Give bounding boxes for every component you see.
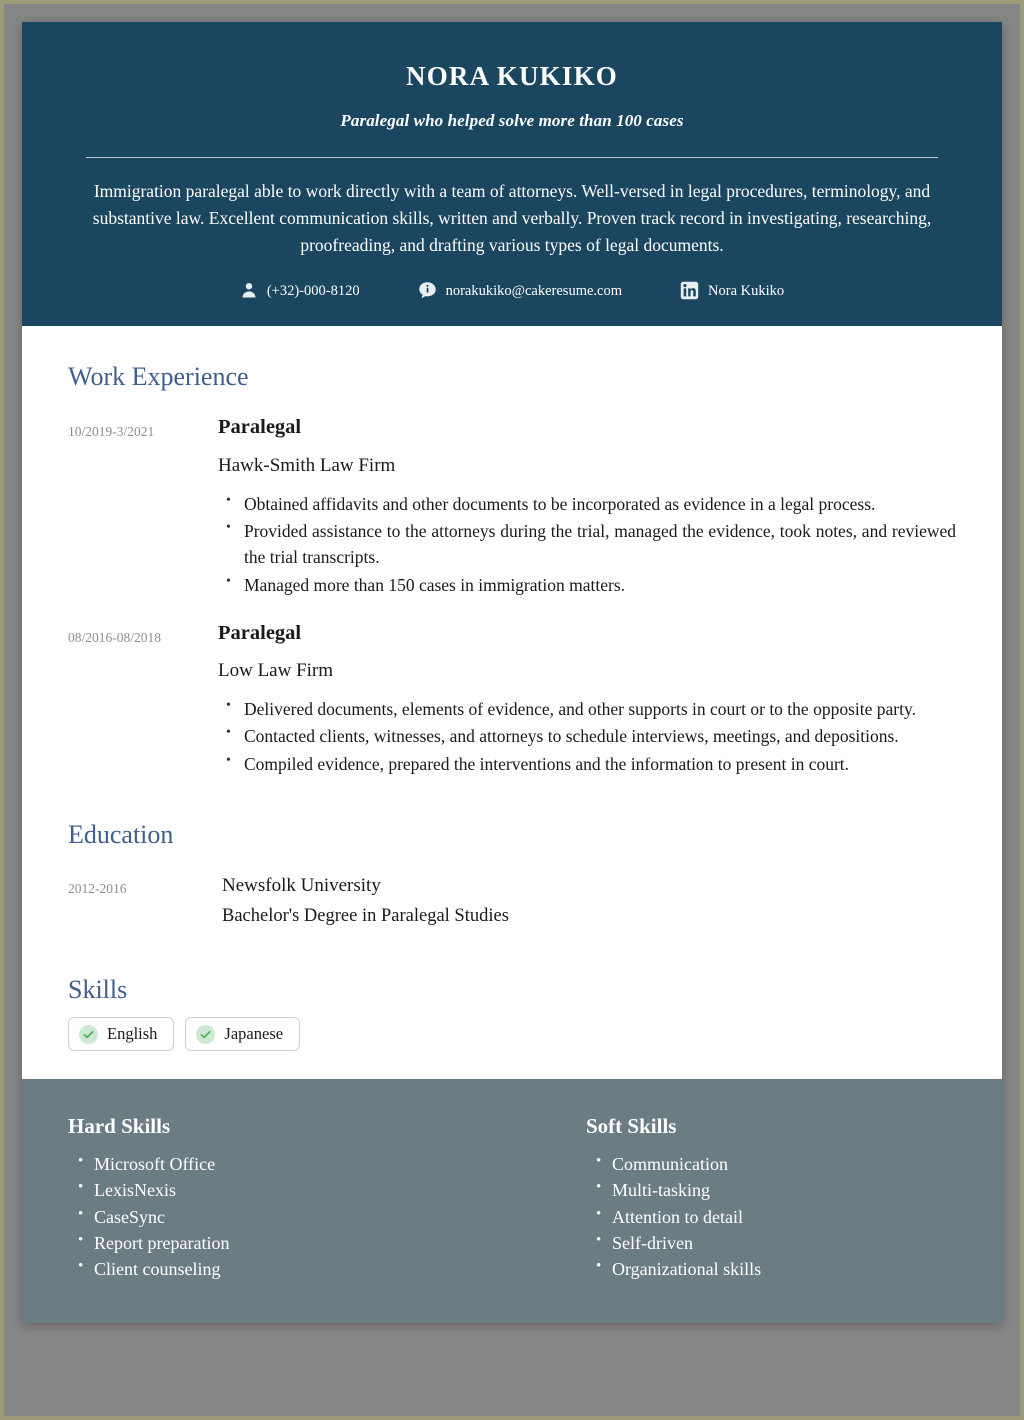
education-school: Newsfolk University <box>222 874 381 896</box>
section-work-experience: Work Experience 10/2019-3/2021 Paralegal… <box>22 360 1002 778</box>
person-icon <box>240 281 258 299</box>
resume-footer: Hard Skills Microsoft Office LexisNexis … <box>22 1079 1002 1323</box>
soft-skills-list: Communication Multi-tasking Attention to… <box>586 1150 956 1283</box>
list-item: LexisNexis <box>78 1176 512 1203</box>
contact-phone-label: (+32)-000-8120 <box>266 282 360 299</box>
page-title: NORA KUKIKO <box>406 61 618 91</box>
list-item: Self-driven <box>596 1229 956 1256</box>
contact-linkedin-label: Nora Kukiko <box>708 282 785 299</box>
section-skills: Skills English Japanese <box>22 973 1002 1052</box>
skills-title: Skills <box>68 974 128 1004</box>
resume-body: Work Experience 10/2019-3/2021 Paralegal… <box>22 325 1002 1080</box>
section-education: Education 2012-2016 Newsfolk University … <box>22 818 1002 929</box>
list-item: Client counseling <box>78 1255 512 1282</box>
list-item: CaseSync <box>78 1202 512 1230</box>
resume-header: NORA KUKIKO Paralegal who helped solve m… <box>22 22 1002 326</box>
list-item: Attention to detail <box>596 1202 956 1230</box>
list-item: Contacted clients, witnesses, and attorn… <box>226 722 956 749</box>
hard-skills-title: Hard Skills <box>68 1114 171 1139</box>
skill-pill-english[interactable]: English <box>68 1017 175 1052</box>
page-frame-right <box>1020 0 1024 1420</box>
header-divider <box>86 157 938 159</box>
list-item: Provided assistance to the attorneys dur… <box>226 517 956 571</box>
work-entry-body: Paralegal Low Law Firm Delivered documen… <box>218 621 956 778</box>
contact-linkedin[interactable]: Nora Kukiko <box>680 281 784 300</box>
education-title: Education <box>68 819 174 849</box>
contact-phone[interactable]: (+32)-000-8120 <box>240 281 360 299</box>
work-entry-date: 10/2019-3/2021 <box>68 424 155 440</box>
list-item: Communication <box>596 1150 956 1177</box>
header-summary: Immigration paralegal able to work direc… <box>92 181 932 255</box>
education-entry-body: Newsfolk University Bachelor's Degree in… <box>218 874 956 929</box>
work-entry: 10/2019-3/2021 Paralegal Hawk-Smith Law … <box>68 415 956 598</box>
page-frame-left <box>0 0 4 1420</box>
work-entry-job-title: Paralegal <box>218 621 302 644</box>
hard-skills-list: Microsoft Office LexisNexis CaseSync Rep… <box>68 1150 512 1283</box>
info-bubble-icon <box>418 281 437 300</box>
education-entry: 2012-2016 Newsfolk University Bachelor's… <box>68 874 956 929</box>
contact-row: (+32)-000-8120 norakukiko@cakeresume.com <box>68 281 956 300</box>
contact-email-label: norakukiko@cakeresume.com <box>445 282 623 299</box>
footer-column-soft-skills: Soft Skills Communication Multi-tasking … <box>512 1113 956 1283</box>
work-entry-duties: Delivered documents, elements of evidenc… <box>218 695 956 777</box>
contact-email[interactable]: norakukiko@cakeresume.com <box>418 281 622 300</box>
skill-pill-label: Japanese <box>224 1024 284 1044</box>
check-circle-icon <box>196 1024 216 1044</box>
linkedin-icon <box>680 281 699 300</box>
list-item: Report preparation <box>78 1229 512 1256</box>
work-entry-job-title: Paralegal <box>218 416 302 439</box>
work-experience-title: Work Experience <box>68 361 249 391</box>
work-entry-organization: Low Law Firm <box>218 660 334 682</box>
header-tagline: Paralegal who helped solve more than 100… <box>340 111 684 131</box>
work-entry-date: 08/2016-08/2018 <box>68 629 161 645</box>
list-item: Microsoft Office <box>78 1150 512 1177</box>
footer-column-hard-skills: Hard Skills Microsoft Office LexisNexis … <box>68 1113 512 1283</box>
education-degree: Bachelor's Degree in Paralegal Studies <box>222 906 509 927</box>
soft-skills-title: Soft Skills <box>586 1114 677 1139</box>
skill-pill-japanese[interactable]: Japanese <box>185 1017 301 1052</box>
work-entry-organization: Hawk-Smith Law Firm <box>218 455 396 477</box>
list-item: Obtained affidavits and other documents … <box>226 490 956 517</box>
work-entry-duties: Obtained affidavits and other documents … <box>218 490 956 598</box>
check-circle-icon <box>79 1024 98 1044</box>
page-frame-top <box>0 0 1024 4</box>
skill-pill-label: English <box>107 1024 158 1044</box>
page-frame-bottom <box>0 1416 1024 1420</box>
list-item: Multi-tasking <box>596 1176 956 1203</box>
list-item: Managed more than 150 cases in immigrati… <box>226 571 956 598</box>
education-entry-date: 2012-2016 <box>68 880 127 896</box>
list-item: Compiled evidence, prepared the interven… <box>226 750 956 777</box>
work-entry: 08/2016-08/2018 Paralegal Low Law Firm D… <box>68 621 956 778</box>
skills-pill-row: English Japanese <box>68 1017 956 1052</box>
list-item: Organizational skills <box>596 1255 956 1282</box>
work-entry-body: Paralegal Hawk-Smith Law Firm Obtained a… <box>218 415 956 598</box>
resume-page: NORA KUKIKO Paralegal who helped solve m… <box>22 22 1002 1323</box>
list-item: Delivered documents, elements of evidenc… <box>226 695 956 722</box>
